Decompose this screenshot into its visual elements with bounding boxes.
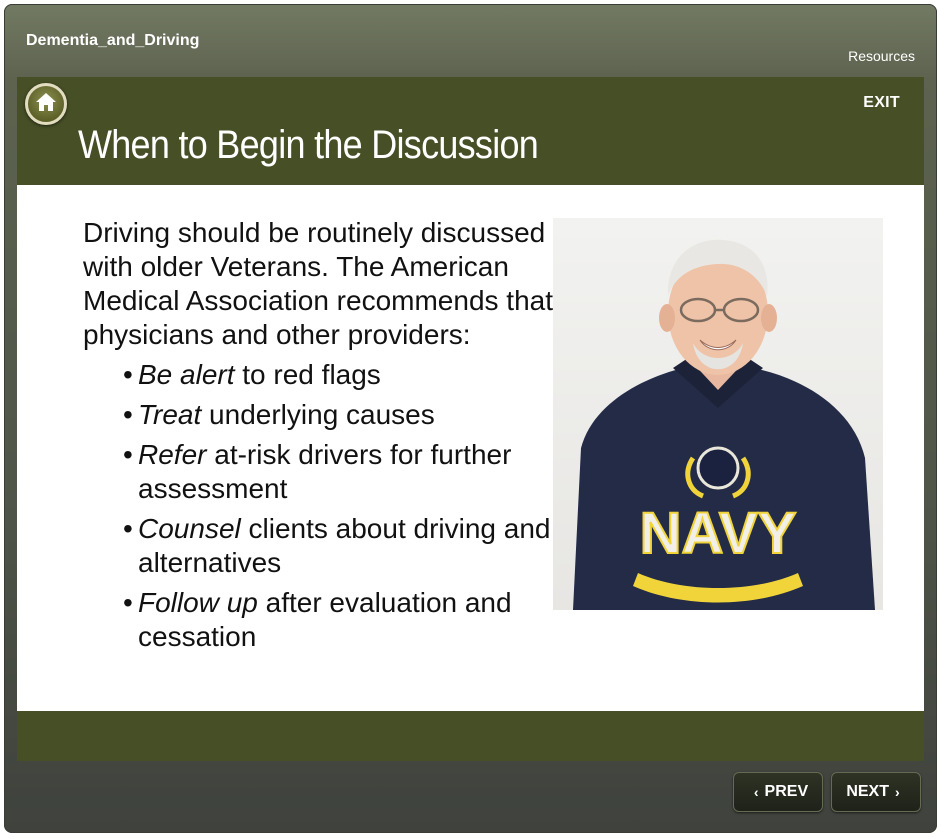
bullet-item: • Be alert to red flags	[123, 358, 553, 392]
course-title: Dementia_and_Driving	[26, 32, 200, 49]
slide-area: EXIT When to Begin the Discussion Drivin…	[17, 77, 924, 761]
prev-label: PREV	[764, 783, 809, 800]
bullet-text: to red flags	[234, 359, 381, 390]
slide-title: When to Begin the Discussion	[78, 123, 539, 167]
bullet-dot: •	[123, 439, 133, 470]
home-button[interactable]	[25, 83, 67, 125]
bullet-text: underlying causes	[201, 399, 435, 430]
bullet-emphasis: Counsel	[138, 513, 241, 544]
next-label: NEXT	[846, 783, 889, 800]
slide-footer-band	[17, 711, 924, 761]
bullet-emphasis: Follow up	[138, 587, 258, 618]
bullet-emphasis: Refer	[138, 439, 207, 470]
intro-paragraph: Driving should be routinely discussed wi…	[83, 217, 553, 350]
bullet-item: • Refer at-risk drivers for further asses…	[123, 438, 553, 506]
bullet-list: • Be alert to red flags • Treat underlying…	[83, 358, 553, 654]
bullet-dot: •	[123, 587, 133, 618]
bullet-dot: •	[123, 513, 133, 544]
exit-button[interactable]: EXIT	[863, 94, 900, 112]
player-frame: Dementia_and_Driving Resources EXIT When…	[4, 4, 937, 833]
bullet-dot: •	[123, 399, 133, 430]
slide-body: Driving should be routinely discussed wi…	[83, 216, 553, 660]
resources-link[interactable]: Resources	[848, 48, 915, 64]
bullet-item: • Counsel clients about driving and alter…	[123, 512, 553, 580]
bullet-item: • Follow up after evaluation and cessatio…	[123, 586, 553, 654]
home-icon	[36, 93, 56, 111]
veteran-illustration: NAVY	[573, 239, 875, 610]
next-button[interactable]: NEXT ›	[831, 772, 921, 812]
chevron-left-icon: ‹	[753, 784, 759, 800]
chevron-right-icon: ›	[895, 784, 900, 800]
prev-button[interactable]: ‹ PREV	[733, 772, 823, 812]
bullet-item: • Treat underlying causes	[123, 398, 553, 432]
bullet-emphasis: Be alert	[138, 359, 235, 390]
bullet-dot: •	[123, 359, 133, 390]
veteran-photo: NAVY	[553, 218, 883, 610]
navy-text: NAVY	[640, 501, 797, 566]
slide-header: EXIT When to Begin the Discussion	[17, 77, 924, 185]
bullet-emphasis: Treat	[138, 399, 202, 430]
